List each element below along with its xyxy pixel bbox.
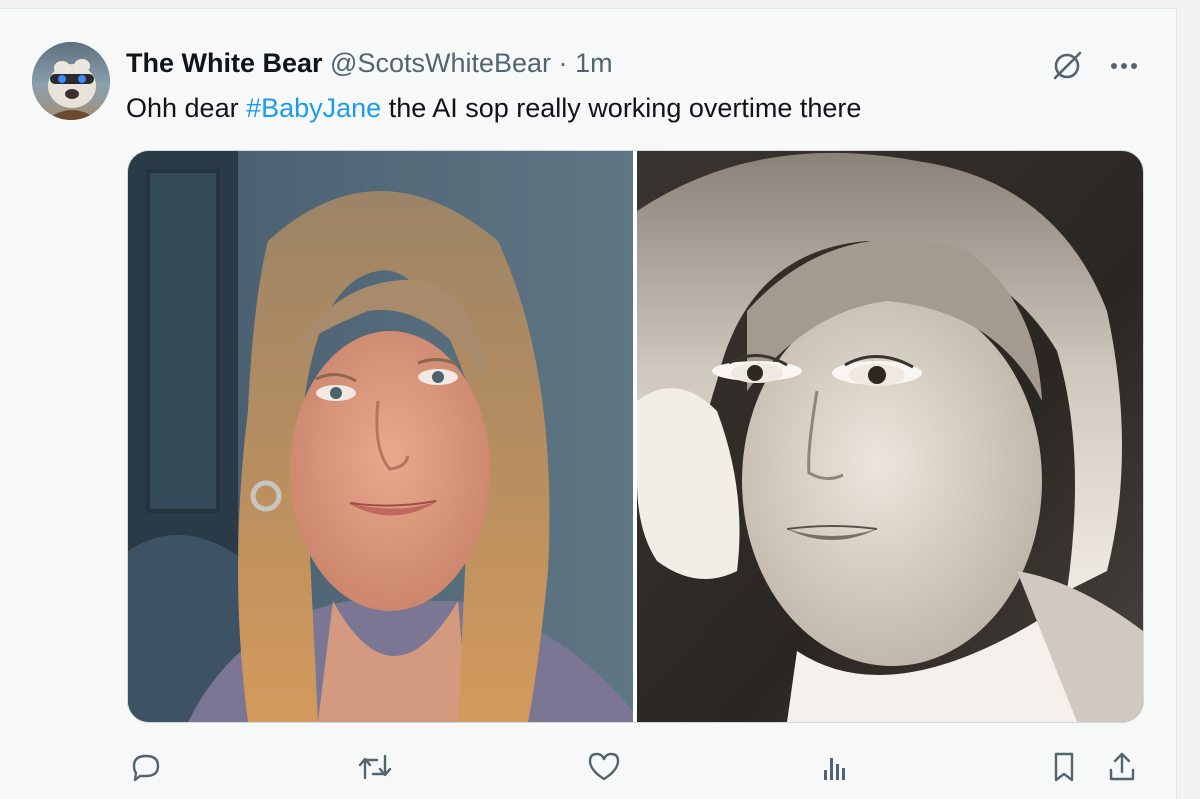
tweet-timestamp[interactable]: 1m: [575, 48, 613, 78]
tweet-text-after: the AI sop really working overtime there: [381, 93, 862, 123]
reply-button[interactable]: [126, 747, 166, 787]
tweet-header: The White Bear @ScotsWhiteBear · 1m: [126, 45, 613, 81]
views-button[interactable]: [814, 747, 854, 787]
retweet-icon: [358, 754, 392, 780]
author-handle[interactable]: @ScotsWhiteBear: [330, 48, 551, 78]
avatar[interactable]: [32, 42, 110, 120]
share-icon: [1109, 752, 1135, 781]
photo-right[interactable]: [637, 151, 1143, 722]
photo-right-image: [637, 151, 1143, 722]
reply-icon: [132, 754, 160, 782]
author-name[interactable]: The White Bear: [126, 48, 323, 78]
share-button[interactable]: [1102, 747, 1142, 787]
bookmark-button[interactable]: [1044, 747, 1084, 787]
tweet-text: Ohh dear #BabyJane the AI sop really wor…: [126, 89, 861, 127]
tweet-actions: [126, 747, 1146, 791]
photo-left[interactable]: [128, 151, 633, 722]
tweet-text-before: Ohh dear: [126, 93, 247, 123]
media-grid: [127, 150, 1144, 723]
page-background: The White Bear @ScotsWhiteBear · 1m Ohh …: [0, 0, 1200, 799]
retweet-button[interactable]: [355, 747, 395, 787]
tweet-top-actions: [1050, 49, 1138, 83]
photo-left-image: [128, 151, 633, 722]
avatar-image: [32, 42, 110, 120]
bookmark-icon: [1054, 752, 1074, 782]
heart-icon: [588, 752, 620, 781]
like-button[interactable]: [584, 747, 624, 787]
more-icon[interactable]: [1110, 61, 1138, 71]
grok-icon[interactable]: [1050, 49, 1084, 83]
separator-dot: ·: [558, 48, 568, 78]
tweet-card[interactable]: The White Bear @ScotsWhiteBear · 1m Ohh …: [0, 8, 1177, 799]
hashtag-link[interactable]: #BabyJane: [246, 93, 381, 123]
analytics-icon: [824, 758, 845, 780]
